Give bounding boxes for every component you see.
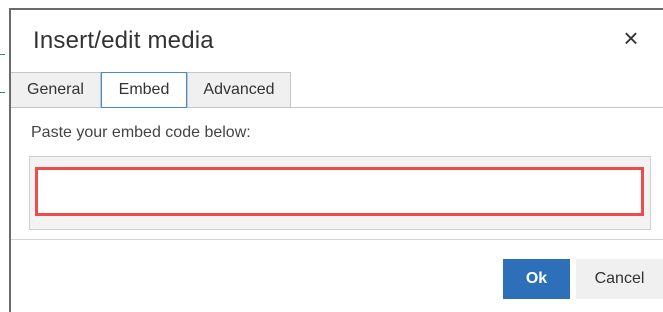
background-page-mark xyxy=(0,40,5,55)
insert-edit-media-dialog: Insert/edit media × General Embed Advanc… xyxy=(9,8,663,312)
ok-button[interactable]: Ok xyxy=(503,259,570,299)
tab-embed[interactable]: Embed xyxy=(101,72,187,108)
embed-code-container xyxy=(29,156,651,230)
dialog-title: Insert/edit media xyxy=(33,27,214,54)
tab-bar: General Embed Advanced xyxy=(11,72,663,108)
background-page-edge xyxy=(0,0,9,312)
dialog-footer: Ok Cancel xyxy=(11,241,663,312)
cancel-button[interactable]: Cancel xyxy=(576,259,663,299)
tab-advanced[interactable]: Advanced xyxy=(187,72,291,108)
dialog-header: Insert/edit media × xyxy=(11,10,663,70)
close-icon: × xyxy=(623,23,639,53)
tab-general[interactable]: General xyxy=(11,72,101,108)
embed-code-textarea[interactable] xyxy=(38,170,641,213)
embed-code-label: Paste your embed code below: xyxy=(31,124,251,141)
background-page-mark xyxy=(0,78,5,93)
screen: Insert/edit media × General Embed Advanc… xyxy=(0,0,663,312)
close-button[interactable]: × xyxy=(619,24,643,52)
embed-panel: Paste your embed code below: xyxy=(11,108,663,240)
embed-code-highlight xyxy=(35,167,644,216)
